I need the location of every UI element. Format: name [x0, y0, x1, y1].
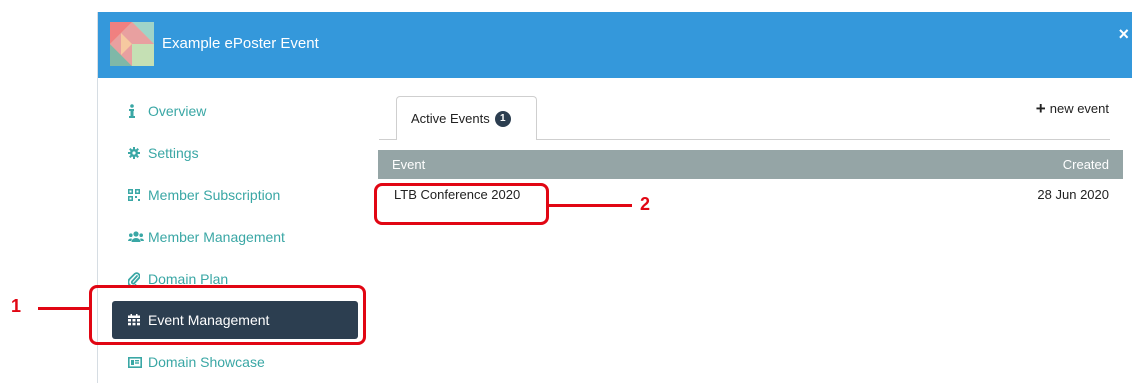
tab-active-events[interactable]: Active Events 1: [396, 96, 537, 140]
count-badge: 1: [494, 110, 511, 127]
info-icon: [128, 104, 148, 118]
sidebar-item-label: Member Subscription: [148, 187, 281, 203]
tab-divider: [536, 139, 1110, 140]
tab-label: Active Events: [411, 111, 490, 126]
column-header-event: Event: [392, 157, 426, 172]
sidebar-item-member-subscription[interactable]: Member Subscription: [112, 176, 358, 214]
sidebar-item-settings[interactable]: Settings: [112, 134, 358, 172]
sidebar-item-overview[interactable]: Overview: [112, 92, 358, 130]
annotation-line-1: [38, 307, 89, 310]
close-icon[interactable]: ×: [1118, 24, 1129, 45]
event-title: Example ePoster Event: [162, 35, 319, 52]
tab-divider: [379, 139, 397, 140]
plus-icon: +: [1035, 99, 1046, 118]
annotation-number-1: 1: [11, 296, 22, 316]
new-event-label: new event: [1049, 101, 1109, 116]
annotation-line-2: [549, 204, 632, 207]
gear-icon: [128, 147, 148, 159]
event-logo: [110, 22, 154, 66]
event-created-date: 28 Jun 2020: [1037, 187, 1109, 202]
annotation-box-2: [374, 183, 549, 225]
sidebar-item-label: Settings: [148, 145, 199, 161]
sidebar-item-label: Domain Showcase: [148, 354, 265, 370]
annotation-box-1: [89, 285, 366, 345]
slideshow-icon: [128, 356, 148, 368]
new-event-button[interactable]: + new event: [1036, 99, 1109, 119]
sidebar-item-label: Member Management: [148, 229, 285, 245]
column-header-created: Created: [1062, 157, 1109, 172]
paperclip-icon: [128, 272, 148, 286]
qrcode-icon: [128, 189, 148, 201]
table-header: Event Created: [378, 150, 1123, 179]
sidebar-item-label: Overview: [148, 103, 207, 119]
users-icon: [128, 231, 148, 243]
sidebar-item-domain-showcase[interactable]: Domain Showcase: [112, 343, 358, 381]
annotation-number-2: 2: [640, 194, 651, 214]
sidebar-item-member-management[interactable]: Member Management: [112, 218, 358, 256]
panel-header: Example ePoster Event ×: [98, 12, 1132, 78]
